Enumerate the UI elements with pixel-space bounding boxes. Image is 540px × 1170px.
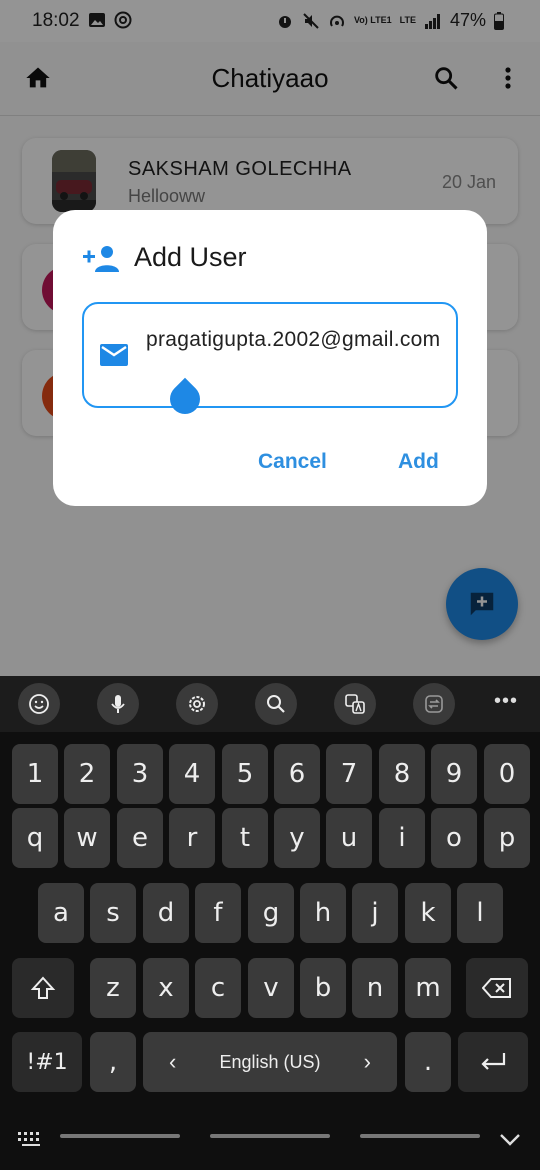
translate-button[interactable] <box>334 683 376 725</box>
key[interactable]: l <box>457 883 503 943</box>
keyboard-bottom-bar <box>0 1116 540 1170</box>
language-prev-icon: ‹ <box>169 1049 177 1074</box>
key[interactable]: t <box>222 808 268 868</box>
person-add-icon <box>83 246 119 272</box>
backspace-key[interactable] <box>466 958 528 1018</box>
key[interactable]: v <box>248 958 294 1018</box>
key[interactable]: a <box>38 883 84 943</box>
microphone-icon <box>111 695 125 713</box>
email-input-value[interactable]: pragatigupta.2002@gmail.com <box>146 326 446 353</box>
key[interactable]: x <box>143 958 189 1018</box>
key[interactable]: y <box>274 808 320 868</box>
key[interactable]: o <box>431 808 477 868</box>
hide-keyboard-icon[interactable] <box>498 1130 522 1148</box>
period-key[interactable]: . <box>405 1032 451 1092</box>
voice-input-button[interactable] <box>97 683 139 725</box>
key[interactable]: 5 <box>222 744 268 804</box>
key[interactable]: n <box>352 958 398 1018</box>
swap-button[interactable] <box>413 683 455 725</box>
key[interactable]: k <box>405 883 451 943</box>
shift-icon <box>30 976 56 999</box>
key[interactable]: b <box>300 958 346 1018</box>
dialog-title: Add User <box>134 242 247 272</box>
space-key[interactable]: ‹ English (US) › <box>143 1032 397 1092</box>
email-icon <box>100 344 128 366</box>
enter-key[interactable] <box>458 1032 528 1092</box>
key[interactable]: 9 <box>431 744 477 804</box>
key[interactable]: w <box>64 808 110 868</box>
key[interactable]: m <box>405 958 451 1018</box>
key[interactable]: p <box>484 808 530 868</box>
keyboard-layout-icon[interactable] <box>18 1130 44 1148</box>
key[interactable]: h <box>300 883 346 943</box>
key[interactable]: 3 <box>117 744 163 804</box>
keyboard-toolbar: ••• <box>0 676 540 732</box>
nav-indicator <box>210 1134 330 1138</box>
language-label: English (US) <box>219 1051 321 1072</box>
key[interactable]: 1 <box>12 744 58 804</box>
emoji-button[interactable] <box>18 683 60 725</box>
key[interactable]: f <box>195 883 241 943</box>
key[interactable]: 0 <box>484 744 530 804</box>
key[interactable]: q <box>12 808 58 868</box>
swap-icon <box>425 695 443 713</box>
backspace-icon <box>482 978 511 998</box>
key[interactable]: g <box>248 883 294 943</box>
key[interactable]: 7 <box>326 744 372 804</box>
translate-icon <box>345 694 365 714</box>
search-icon <box>267 695 285 713</box>
add-user-dialog: Add User pragatigupta.2002@gmail.com Can… <box>53 210 487 506</box>
key[interactable]: 4 <box>169 744 215 804</box>
text-cursor-handle[interactable] <box>163 377 207 421</box>
key[interactable]: 6 <box>274 744 320 804</box>
key[interactable]: c <box>195 958 241 1018</box>
key[interactable]: u <box>326 808 372 868</box>
emoji-icon <box>29 694 49 714</box>
key[interactable]: z <box>90 958 136 1018</box>
gear-icon <box>189 696 205 712</box>
enter-icon <box>481 1053 506 1070</box>
key[interactable]: d <box>143 883 189 943</box>
key[interactable]: i <box>379 808 425 868</box>
key[interactable]: j <box>352 883 398 943</box>
shift-key[interactable] <box>12 958 74 1018</box>
key[interactable]: r <box>169 808 215 868</box>
keyboard: ••• 1 2 3 4 5 6 7 8 9 0 q w e r t y u i … <box>0 676 540 1170</box>
language-next-icon: › <box>363 1049 371 1074</box>
more-tools-icon[interactable]: ••• <box>494 690 518 713</box>
key[interactable]: 2 <box>64 744 110 804</box>
add-button[interactable]: Add <box>398 450 439 474</box>
symbols-key[interactable]: !#1 <box>12 1032 82 1092</box>
key[interactable]: s <box>90 883 136 943</box>
keyboard-search-button[interactable] <box>255 683 297 725</box>
keyboard-settings-button[interactable] <box>176 683 218 725</box>
key[interactable]: e <box>117 808 163 868</box>
email-field[interactable]: pragatigupta.2002@gmail.com <box>82 302 458 421</box>
nav-indicator <box>60 1134 180 1138</box>
nav-indicator <box>360 1134 480 1138</box>
key[interactable]: 8 <box>379 744 425 804</box>
cancel-button[interactable]: Cancel <box>258 450 327 474</box>
comma-key[interactable]: , <box>90 1032 136 1092</box>
